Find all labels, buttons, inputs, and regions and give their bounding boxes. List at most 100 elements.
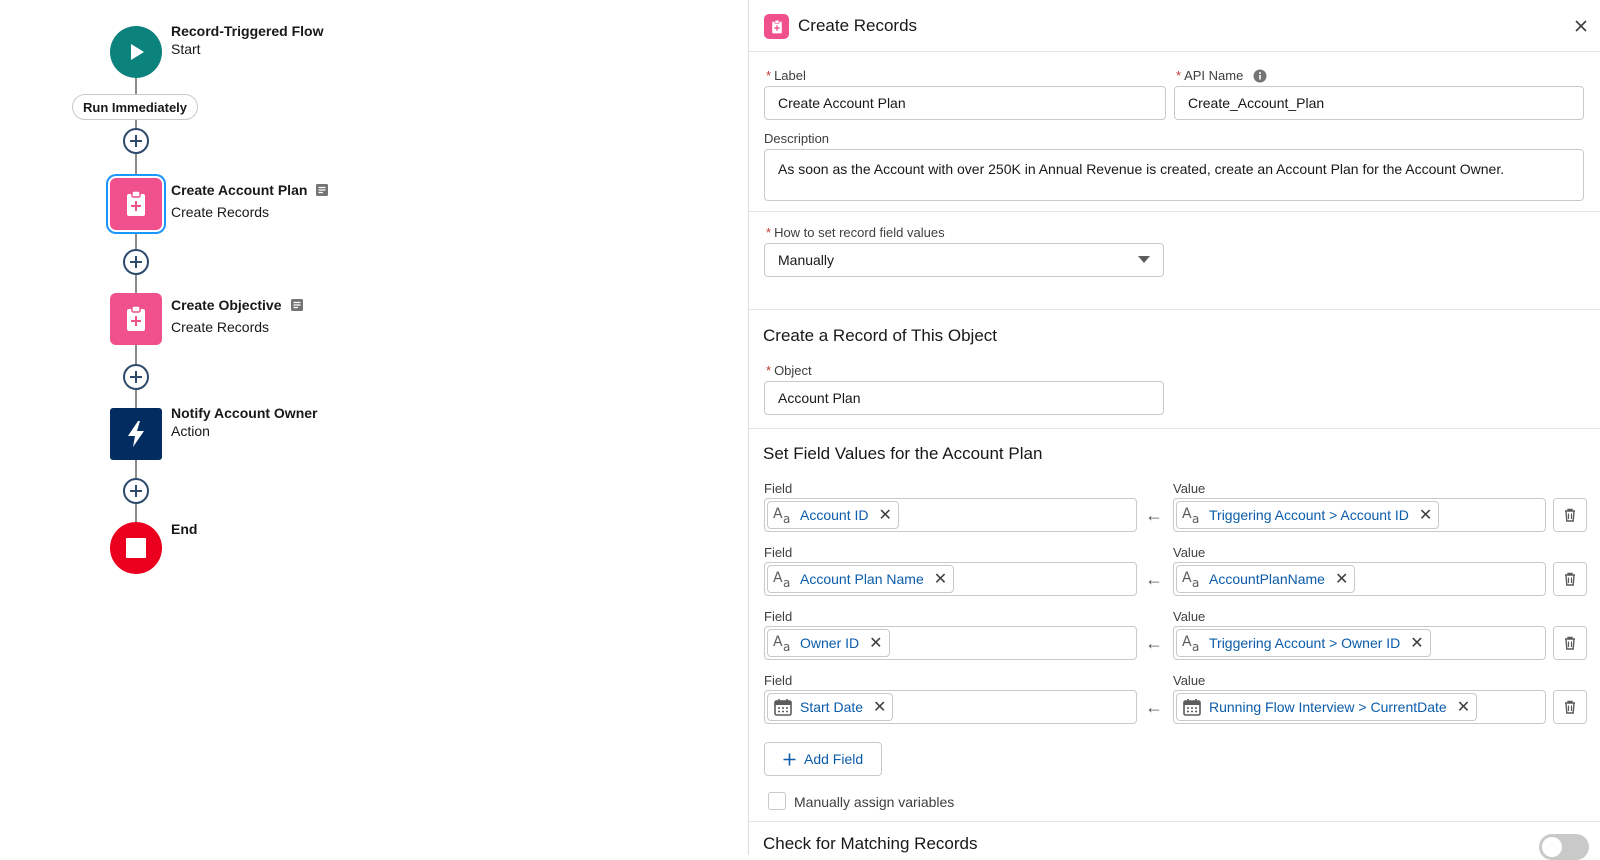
value-pill[interactable]: Aa AccountPlanName ✕ <box>1176 565 1356 593</box>
description-label: Description <box>764 131 830 146</box>
description-textarea[interactable]: As soon as the Account with over 250K in… <box>764 149 1584 201</box>
chevron-down-icon <box>1138 256 1150 263</box>
delete-row-button[interactable] <box>1553 690 1587 724</box>
arrow-left-icon: ← <box>1145 504 1163 525</box>
element-title: Create Objective <box>171 297 282 313</box>
trash-icon <box>1565 700 1575 714</box>
field-pill-label: Start Date <box>800 699 864 715</box>
add-element-button[interactable] <box>123 249 149 275</box>
field-combobox[interactable]: Start Date ✕ <box>764 690 1137 724</box>
value-pill[interactable]: Running Flow Interview > CurrentDate ✕ <box>1176 693 1478 721</box>
value-combobox[interactable]: Aa Triggering Account > Owner ID ✕ <box>1173 626 1546 660</box>
section-divider <box>749 428 1600 429</box>
notify-account-owner-node[interactable] <box>110 408 162 460</box>
text-icon: Aa <box>772 504 794 526</box>
how-to-set-select[interactable]: Manually <box>764 243 1164 277</box>
value-label: Value <box>1173 673 1206 688</box>
field-combobox[interactable]: Aa Owner ID ✕ <box>764 626 1137 660</box>
remove-icon[interactable]: ✕ <box>869 633 882 653</box>
remove-icon[interactable]: ✕ <box>1457 697 1470 717</box>
field-label: Field <box>764 609 793 624</box>
value-combobox[interactable]: Running Flow Interview > CurrentDate ✕ <box>1173 690 1546 724</box>
delete-row-button[interactable] <box>1553 498 1587 532</box>
field-combobox[interactable]: Aa Account ID ✕ <box>764 498 1137 532</box>
create-objective-label: Create Objective Create Records <box>171 296 304 336</box>
element-title: Notify Account Owner <box>171 405 318 421</box>
field-pill[interactable]: Aa Account ID ✕ <box>767 501 899 529</box>
field-pill[interactable]: Start Date ✕ <box>767 693 894 721</box>
value-label: Value <box>1173 545 1206 560</box>
api-name-input[interactable]: Create_Account_Plan <box>1174 86 1584 120</box>
svg-text:A: A <box>1182 570 1192 586</box>
remove-icon[interactable]: ✕ <box>1419 505 1432 525</box>
arrow-left-icon: ← <box>1145 632 1163 653</box>
how-to-set-label: * How to set record field values <box>766 225 945 240</box>
value-label: Value <box>1173 609 1206 624</box>
object-input[interactable]: Account Plan <box>764 381 1164 415</box>
text-icon: Aa <box>772 568 794 590</box>
field-pill[interactable]: Aa Owner ID ✕ <box>767 629 890 657</box>
field-pill[interactable]: Aa Account Plan Name ✕ <box>767 565 955 593</box>
end-node[interactable] <box>110 522 162 574</box>
toggle-knob <box>1542 837 1562 857</box>
remove-icon[interactable]: ✕ <box>1335 569 1348 589</box>
add-element-button[interactable] <box>123 128 149 154</box>
close-button[interactable] <box>1571 16 1591 36</box>
manual-assign-checkbox[interactable] <box>768 792 786 810</box>
stop-icon <box>126 538 146 558</box>
value-pill[interactable]: Aa Triggering Account > Owner ID ✕ <box>1176 629 1431 657</box>
properties-panel: Create Records * Label Create Account Pla… <box>748 0 1600 860</box>
trash-icon <box>1565 572 1575 586</box>
svg-text:A: A <box>1182 506 1192 522</box>
value-pill-label: Triggering Account > Account ID <box>1209 507 1409 523</box>
field-values-section-title: Set Field Values for the Account Plan <box>763 444 1043 463</box>
add-field-button[interactable]: Add Field <box>764 742 883 776</box>
add-element-button[interactable] <box>123 478 149 504</box>
create-records-icon <box>764 14 789 39</box>
delete-row-button[interactable] <box>1553 562 1587 596</box>
field-label: Field <box>764 545 793 560</box>
svg-text:A: A <box>773 634 783 650</box>
remove-icon[interactable]: ✕ <box>934 569 947 589</box>
how-to-set-value: Manually <box>778 252 835 268</box>
plus-icon <box>130 485 142 497</box>
field-label: Field <box>764 673 793 688</box>
manual-assign-label: Manually assign variables <box>794 794 955 810</box>
plus-icon <box>130 371 142 383</box>
value-pill[interactable]: Aa Triggering Account > Account ID ✕ <box>1176 501 1440 529</box>
value-combobox[interactable]: Aa Triggering Account > Account ID ✕ <box>1173 498 1546 532</box>
field-label: Field <box>764 481 793 496</box>
remove-icon[interactable]: ✕ <box>873 697 886 717</box>
field-combobox[interactable]: Aa Account Plan Name ✕ <box>764 562 1137 596</box>
create-account-plan-node[interactable] <box>110 178 162 230</box>
object-section-title: Create a Record of This Object <box>763 326 998 345</box>
run-immediately-pill[interactable]: Run Immediately <box>72 94 199 120</box>
start-node[interactable] <box>110 26 162 78</box>
object-label: * Object <box>766 363 812 378</box>
create-objective-node[interactable] <box>110 293 162 345</box>
value-combobox[interactable]: Aa AccountPlanName ✕ <box>1173 562 1546 596</box>
label-input[interactable]: Create Account Plan <box>764 86 1166 120</box>
add-element-button[interactable] <box>123 364 149 390</box>
close-icon <box>1575 20 1587 32</box>
remove-icon[interactable]: ✕ <box>1410 633 1423 653</box>
start-node-label: Record-Triggered Flow Start <box>171 22 323 58</box>
section-divider <box>749 821 1600 822</box>
start-subtitle: Start <box>171 41 201 57</box>
value-label: Value <box>1173 481 1206 496</box>
matching-records-toggle[interactable] <box>1539 834 1589 860</box>
api-name-field-label: * API Name <box>1176 68 1267 83</box>
svg-text:a: a <box>1192 576 1199 589</box>
value-pill-label: Triggering Account > Owner ID <box>1209 635 1401 651</box>
remove-icon[interactable]: ✕ <box>878 505 891 525</box>
info-icon[interactable] <box>1253 69 1267 83</box>
trash-icon <box>1565 508 1575 522</box>
arrow-left-icon: ← <box>1145 568 1163 589</box>
description-note-icon <box>316 184 329 196</box>
field-pill-label: Account ID <box>800 507 869 523</box>
add-field-label: Add Field <box>804 751 864 767</box>
section-divider <box>749 211 1600 212</box>
delete-row-button[interactable] <box>1553 626 1587 660</box>
element-subtitle: Create Records <box>171 204 270 220</box>
panel-title: Create Records <box>798 16 918 35</box>
